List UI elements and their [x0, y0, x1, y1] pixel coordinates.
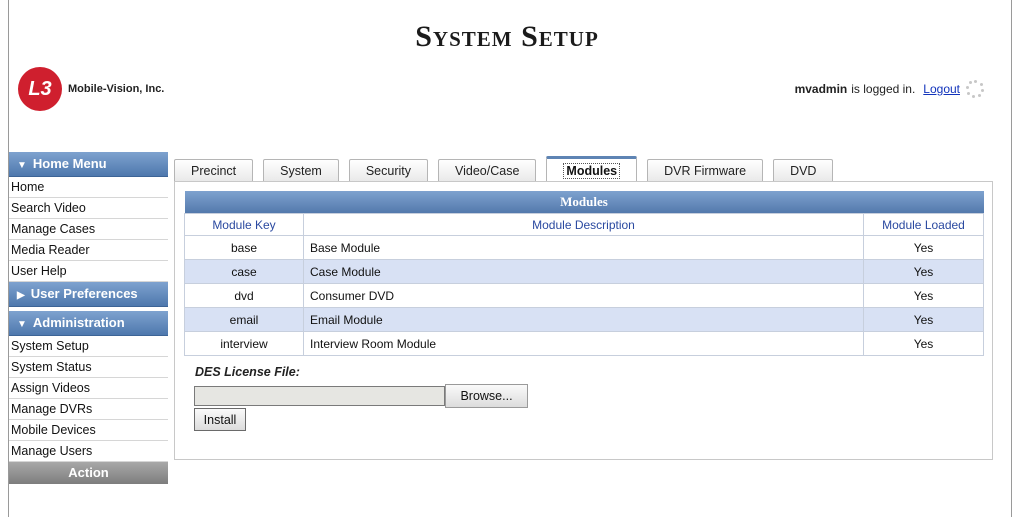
modules-table-caption: Modules: [184, 191, 984, 214]
sidebar-item-mobile-devices[interactable]: Mobile Devices: [9, 420, 168, 441]
user-preferences-title: User Preferences: [30, 286, 138, 301]
module-description-cell: Consumer DVD: [303, 283, 864, 308]
tab-video-case[interactable]: Video/Case: [438, 159, 537, 182]
license-file-label: DES License File:: [195, 365, 300, 379]
sidebar-item-system-setup[interactable]: System Setup: [9, 336, 168, 357]
company-name: Mobile-Vision, Inc.: [68, 83, 165, 95]
sidebar: ▼ Home Menu Home Search Video Manage Case…: [9, 152, 168, 484]
tab-dvd[interactable]: DVD: [773, 159, 834, 182]
home-menu-header[interactable]: ▼ Home Menu: [9, 152, 168, 177]
module-loaded-cell: Yes: [863, 259, 984, 284]
sidebar-item-manage-dvrs[interactable]: Manage DVRs: [9, 399, 168, 420]
user-preferences-header[interactable]: ▶ User Preferences: [9, 282, 168, 307]
logout-link[interactable]: Logout: [923, 82, 960, 96]
table-row: base Base Module Yes: [184, 235, 984, 260]
tab-precinct[interactable]: Precinct: [174, 159, 254, 182]
table-row: case Case Module Yes: [184, 259, 984, 284]
loading-spinner-icon: [966, 80, 984, 98]
tab-modules[interactable]: Modules: [546, 156, 638, 184]
tab-modules-label: Modules: [563, 163, 621, 179]
username: mvadmin: [794, 82, 848, 96]
module-description-cell: Case Module: [303, 259, 864, 284]
install-button[interactable]: Install: [194, 408, 246, 431]
administration-title: Administration: [32, 315, 125, 330]
module-loaded-cell: Yes: [863, 283, 984, 308]
column-header-module-description: Module Description: [303, 213, 864, 236]
module-key-cell: base: [184, 235, 304, 260]
l3-logo-icon: L3: [18, 67, 62, 111]
module-loaded-cell: Yes: [863, 331, 984, 356]
sidebar-item-system-status[interactable]: System Status: [9, 357, 168, 378]
tab-bar: Precinct System Security Video/Case Modu…: [174, 156, 843, 184]
company-logo: L3 Mobile-Vision, Inc.: [18, 67, 164, 111]
modules-table: Modules Module Key Module Description Mo…: [184, 191, 984, 356]
column-header-module-loaded: Module Loaded: [863, 213, 984, 236]
license-file-input[interactable]: [194, 386, 445, 406]
module-key-cell: email: [184, 307, 304, 332]
sidebar-item-manage-cases[interactable]: Manage Cases: [9, 219, 168, 240]
module-description-cell: Interview Room Module: [303, 331, 864, 356]
triangle-down-icon: ▼: [17, 319, 27, 330]
table-row: dvd Consumer DVD Yes: [184, 283, 984, 308]
home-menu-title: Home Menu: [32, 156, 107, 171]
table-row: email Email Module Yes: [184, 307, 984, 332]
tab-security[interactable]: Security: [348, 159, 428, 182]
action-header[interactable]: Action: [9, 462, 168, 484]
sidebar-item-media-reader[interactable]: Media Reader: [9, 240, 168, 261]
module-key-cell: dvd: [184, 283, 304, 308]
sidebar-item-home[interactable]: Home: [9, 177, 168, 198]
sidebar-item-assign-videos[interactable]: Assign Videos: [9, 378, 168, 399]
sidebar-item-search-video[interactable]: Search Video: [9, 198, 168, 219]
administration-header[interactable]: ▼ Administration: [9, 311, 168, 336]
sidebar-item-manage-users[interactable]: Manage Users: [9, 441, 168, 462]
module-description-cell: Email Module: [303, 307, 864, 332]
page-title: System Setup: [415, 20, 599, 53]
modules-panel: Modules Module Key Module Description Mo…: [174, 181, 993, 460]
triangle-down-icon: ▼: [17, 160, 27, 171]
sidebar-item-user-help[interactable]: User Help: [9, 261, 168, 282]
logged-in-text: is logged in.: [851, 82, 916, 96]
module-key-cell: case: [184, 259, 304, 284]
browse-button[interactable]: Browse...: [445, 384, 528, 408]
module-loaded-cell: Yes: [863, 235, 984, 260]
module-loaded-cell: Yes: [863, 307, 984, 332]
table-row: interview Interview Room Module Yes: [184, 331, 984, 356]
module-description-cell: Base Module: [303, 235, 864, 260]
module-key-cell: interview: [184, 331, 304, 356]
tab-system[interactable]: System: [263, 159, 339, 182]
triangle-right-icon: ▶: [17, 290, 25, 301]
user-status: mvadmin is logged in. Logout: [795, 80, 984, 98]
column-header-module-key: Module Key: [184, 213, 304, 236]
tab-dvr-firmware[interactable]: DVR Firmware: [647, 159, 764, 182]
